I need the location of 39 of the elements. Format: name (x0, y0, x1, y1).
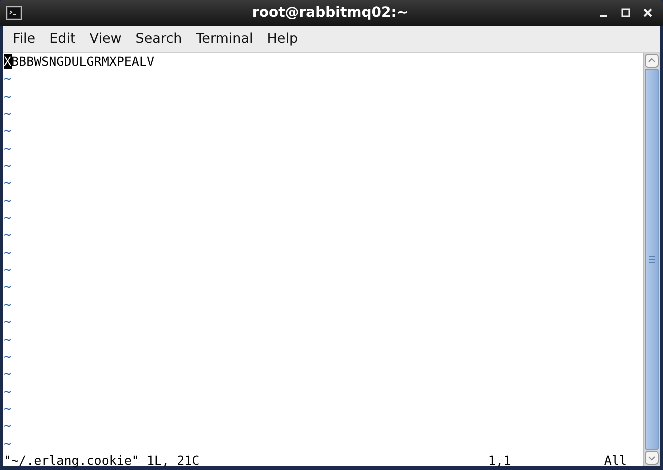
empty-line-marker: ~ (4, 123, 12, 138)
empty-line-marker: ~ (4, 140, 12, 156)
menu-item[interactable]: View (82, 31, 129, 47)
scroll-down-icon[interactable] (645, 451, 659, 465)
menu-item[interactable]: Help (260, 31, 306, 47)
empty-line-marker: ~ (4, 227, 12, 242)
maximize-icon[interactable] (621, 8, 631, 18)
empty-line-marker: ~ (4, 244, 12, 260)
scroll-up-icon[interactable] (645, 54, 659, 68)
empty-line-marker: ~ (4, 262, 12, 278)
menu-item[interactable]: Terminal (189, 31, 260, 47)
empty-line-marker: ~ (4, 175, 12, 190)
scrollbar-thumb[interactable] (645, 69, 659, 450)
empty-line-marker: ~ (4, 332, 12, 346)
window-title: root@rabbitmq02:~ (251, 5, 410, 21)
empty-line-marker: ~ (4, 296, 12, 312)
empty-line-marker: ~ (4, 400, 12, 416)
empty-line-marker: ~ (4, 436, 12, 451)
empty-line-marker: ~ (4, 366, 12, 382)
empty-line-marker: ~ (4, 106, 12, 122)
menu-item[interactable]: Search (128, 31, 190, 47)
empty-line-marker: ~ (4, 88, 12, 104)
empty-line-marker: ~ (4, 314, 12, 330)
empty-line-marker: ~ (4, 158, 12, 174)
empty-line-marker: ~ (4, 210, 12, 226)
cursor-position: 1,1 (488, 452, 512, 470)
empty-line-marker: ~ (4, 192, 12, 208)
menu-item[interactable]: File (6, 31, 43, 47)
empty-line-marker: ~ (4, 384, 12, 399)
empty-line-marker: ~ (4, 348, 12, 364)
close-icon[interactable] (643, 8, 653, 18)
empty-line-marker: ~ (4, 71, 12, 86)
status-message: "~/.erlang.cookie" 1L, 21C (4, 452, 201, 470)
scrollbar[interactable] (643, 53, 660, 466)
empty-line-marker: ~ (4, 279, 12, 294)
menu-item[interactable]: Edit (42, 31, 83, 47)
scroll-position: All (604, 452, 627, 470)
empty-line-marker: ~ (4, 418, 12, 434)
terminal-icon (6, 6, 22, 20)
